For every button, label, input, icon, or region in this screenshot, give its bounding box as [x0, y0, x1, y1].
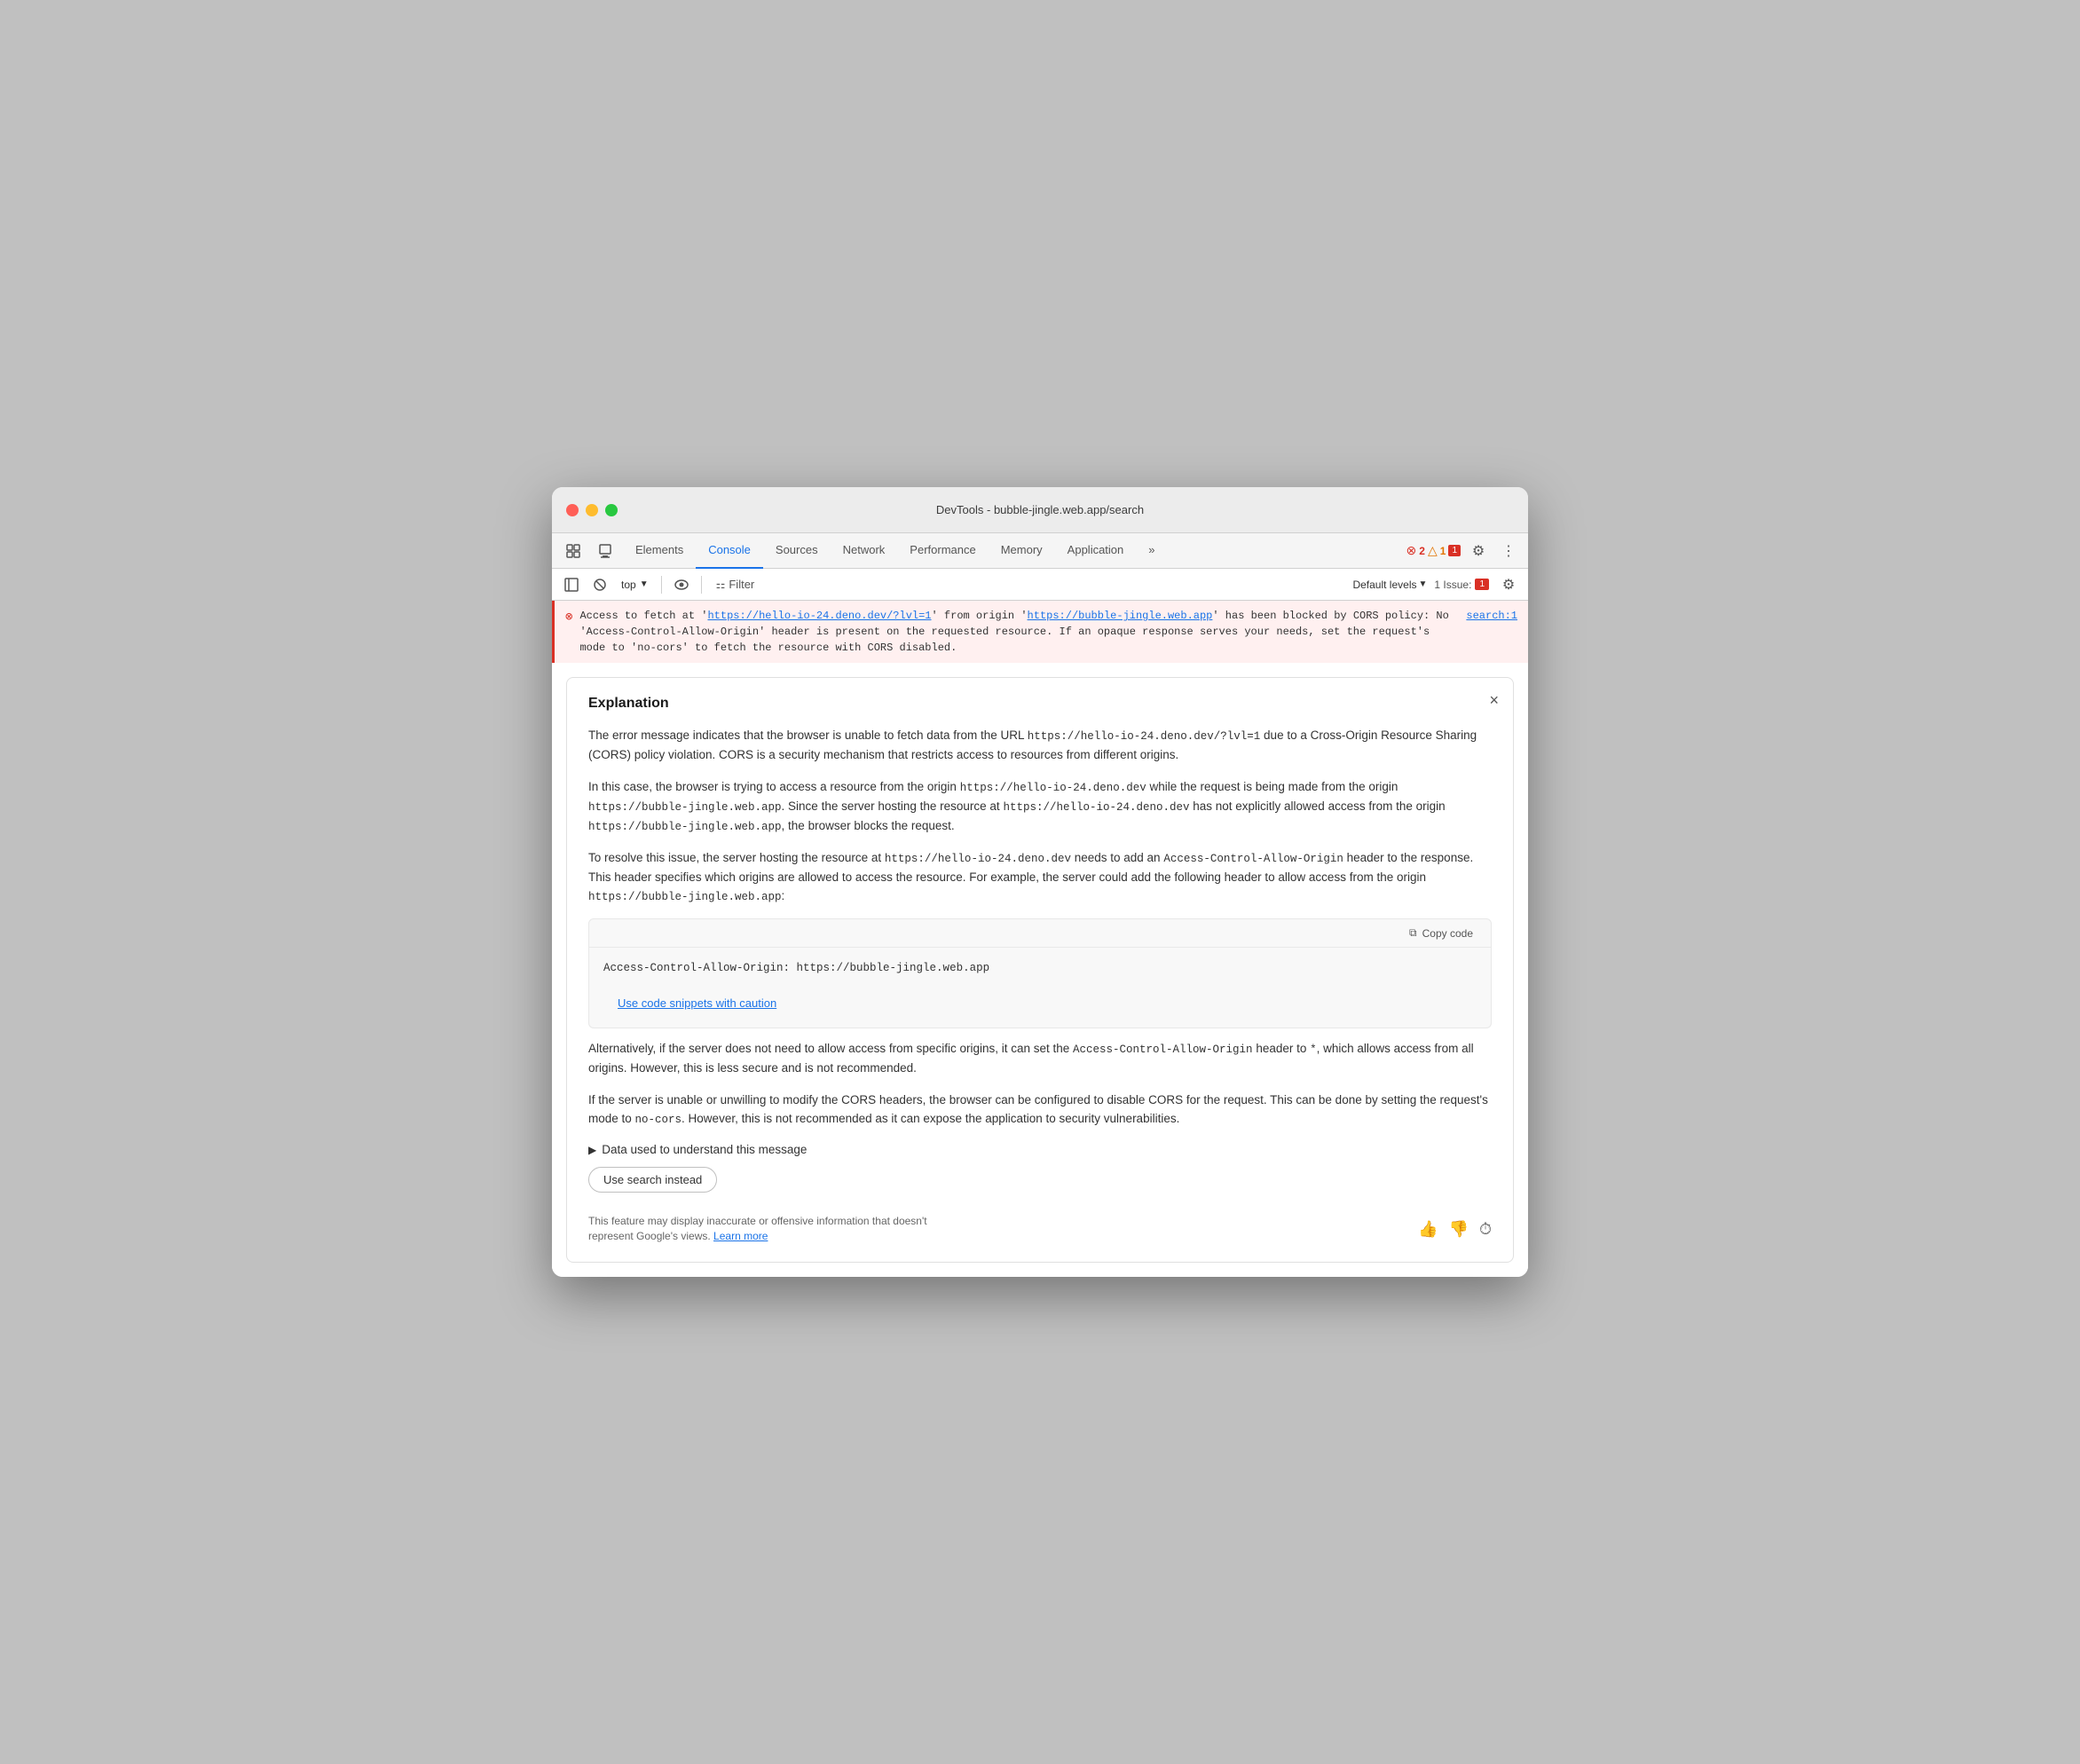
- divider2: [701, 576, 702, 594]
- thumbs-down-icon[interactable]: 👎: [1449, 1220, 1469, 1239]
- tab-console[interactable]: Console: [696, 533, 763, 569]
- tab-network[interactable]: Network: [831, 533, 898, 569]
- data-used-row[interactable]: ▶ Data used to understand this message: [588, 1143, 1492, 1156]
- explanation-title: Explanation: [588, 696, 1492, 712]
- toolbar-right: Default levels ▼ 1 Issue: 1 ⚙: [1352, 572, 1521, 597]
- code-block: ⧉ Copy code Access-Control-Allow-Origin:…: [588, 918, 1492, 1028]
- settings-icon[interactable]: ⚙: [1466, 539, 1491, 563]
- feedback-icons: 👍 👎 ⏱: [1418, 1220, 1492, 1239]
- code-content: Access-Control-Allow-Origin: https://bub…: [589, 948, 1491, 989]
- explanation-para1: The error message indicates that the bro…: [588, 726, 1492, 765]
- explanation-para4: Alternatively, if the server does not ne…: [588, 1039, 1492, 1078]
- tabs-right: ⊗ 2 △ 1 1 ⚙ ⋮: [1406, 539, 1521, 563]
- explanation-para2: In this case, the browser is trying to a…: [588, 777, 1492, 836]
- devtools-window: DevTools - bubble-jingle.web.app/search …: [552, 487, 1528, 1277]
- toolbar-row: top ▼ ⚏ Filter Default levels ▼ 1 Issue:…: [552, 569, 1528, 601]
- tabs-row: Elements Console Sources Network Perform…: [552, 533, 1528, 569]
- window-controls: [566, 504, 618, 516]
- error-badge: ⊗ 2 △ 1 1: [1406, 543, 1461, 558]
- data-used-arrow-icon: ▶: [588, 1144, 596, 1156]
- error-url2-link[interactable]: https://bubble-jingle.web.app: [1028, 610, 1213, 622]
- close-button[interactable]: [566, 504, 579, 516]
- console-content: ⊗ Access to fetch at 'https://hello-io-2…: [552, 601, 1528, 1277]
- thumbs-up-icon[interactable]: 👍: [1418, 1220, 1438, 1239]
- close-explanation-button[interactable]: ×: [1489, 692, 1499, 708]
- disclaimer-text: This feature may display inaccurate or o…: [588, 1214, 943, 1244]
- sidebar-toggle-icon[interactable]: [559, 572, 584, 597]
- issue-badge: 1 Issue: 1: [1434, 579, 1489, 591]
- explanation-para5: If the server is unable or unwilling to …: [588, 1091, 1492, 1130]
- default-levels-selector[interactable]: Default levels ▼: [1352, 579, 1427, 591]
- minimize-button[interactable]: [586, 504, 598, 516]
- error-url1-link[interactable]: https://hello-io-24.deno.dev/?lvl=1: [707, 610, 931, 622]
- inspect-icon[interactable]: [559, 537, 587, 565]
- error-text: Access to fetch at 'https://hello-io-24.…: [579, 608, 1459, 656]
- tab-performance[interactable]: Performance: [897, 533, 988, 569]
- levels-dropdown-icon: ▼: [1419, 579, 1428, 589]
- code-block-header: ⧉ Copy code: [589, 919, 1491, 948]
- tab-more[interactable]: »: [1136, 533, 1167, 569]
- divider: [661, 576, 662, 594]
- console-settings-icon[interactable]: ⚙: [1496, 572, 1521, 597]
- caution-link[interactable]: Use code snippets with caution: [603, 989, 1477, 1017]
- tab-application[interactable]: Application: [1055, 533, 1137, 569]
- copy-icon: ⧉: [1409, 926, 1417, 940]
- filter-area[interactable]: ⚏ Filter: [709, 576, 762, 593]
- maximize-button[interactable]: [605, 504, 618, 516]
- tab-sources[interactable]: Sources: [763, 533, 831, 569]
- tab-memory[interactable]: Memory: [989, 533, 1055, 569]
- more-options-icon[interactable]: ⋮: [1496, 539, 1521, 563]
- window-title: DevTools - bubble-jingle.web.app/search: [936, 503, 1144, 516]
- copy-code-button[interactable]: ⧉ Copy code: [1402, 925, 1480, 941]
- tab-elements[interactable]: Elements: [623, 533, 696, 569]
- disclaimer-row: This feature may display inaccurate or o…: [588, 1214, 1492, 1244]
- report-icon[interactable]: ⏱: [1479, 1220, 1492, 1239]
- error-source-link[interactable]: search:1: [1466, 608, 1517, 624]
- error-message-row: ⊗ Access to fetch at 'https://hello-io-2…: [552, 601, 1528, 663]
- error-circle-icon: ⊗: [565, 609, 572, 627]
- use-search-button[interactable]: Use search instead: [588, 1167, 717, 1193]
- context-selector[interactable]: top ▼: [616, 577, 654, 593]
- clear-console-icon[interactable]: [587, 572, 612, 597]
- device-icon[interactable]: [591, 537, 619, 565]
- explanation-panel: Explanation × The error message indicate…: [566, 677, 1514, 1263]
- titlebar: DevTools - bubble-jingle.web.app/search: [552, 487, 1528, 533]
- explanation-para3: To resolve this issue, the server hostin…: [588, 848, 1492, 907]
- dropdown-arrow-icon: ▼: [640, 579, 649, 589]
- data-used-label: Data used to understand this message: [602, 1143, 807, 1156]
- learn-more-link[interactable]: Learn more: [713, 1230, 768, 1242]
- eye-icon[interactable]: [669, 572, 694, 597]
